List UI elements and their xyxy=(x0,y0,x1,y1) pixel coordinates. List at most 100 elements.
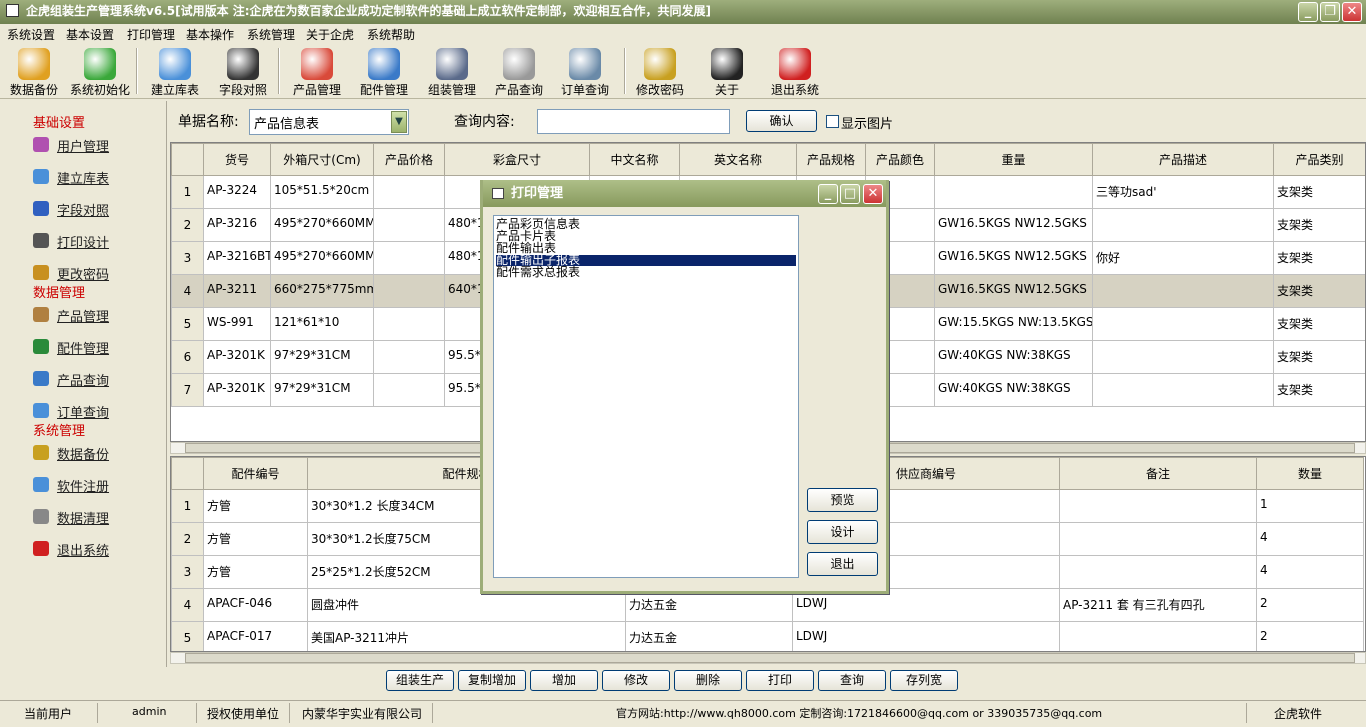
table-cell[interactable] xyxy=(1059,555,1257,589)
sidebar-item[interactable]: 用户管理 xyxy=(33,136,109,155)
table-cell[interactable] xyxy=(1092,307,1274,341)
table-row[interactable]: 5 APACF-017 美国AP-3211冲片 力达五金 LDWJ 2 xyxy=(171,621,1364,651)
table-cell[interactable] xyxy=(373,208,445,242)
menu-item[interactable]: 基本操作 xyxy=(186,26,234,43)
table-cell[interactable]: 2 xyxy=(1256,621,1364,651)
menu-item[interactable]: 系统帮助 xyxy=(367,26,415,43)
column-header[interactable]: 产品类别 xyxy=(1273,143,1365,176)
table-cell[interactable]: 支架类 xyxy=(1273,373,1365,407)
toolbar-button[interactable]: 字段对照 xyxy=(208,46,278,98)
sidebar-item[interactable]: 数据清理 xyxy=(33,508,109,527)
action-button[interactable]: 查询 xyxy=(818,670,886,691)
table-cell[interactable]: 97*29*31CM xyxy=(270,340,374,374)
menu-item[interactable]: 基本设置 xyxy=(66,26,114,43)
toolbar-button[interactable]: 配件管理 xyxy=(349,46,419,98)
table-cell[interactable] xyxy=(373,241,445,275)
table-cell[interactable]: GW:15.5KGS NW:13.5KGS xyxy=(934,307,1093,341)
table-cell[interactable]: 495*270*660MM xyxy=(270,241,374,275)
table-cell[interactable] xyxy=(1092,340,1274,374)
sidebar-item[interactable]: 建立库表 xyxy=(33,168,109,187)
table-cell[interactable]: GW16.5KGS NW12.5GKS xyxy=(934,274,1093,308)
toolbar-button[interactable]: 退出系统 xyxy=(760,46,830,98)
toolbar-button[interactable]: 建立库表 xyxy=(140,46,210,98)
row-number[interactable]: 3 xyxy=(171,241,204,275)
sidebar-item[interactable]: 字段对照 xyxy=(33,200,109,219)
table-cell[interactable] xyxy=(373,373,445,407)
table-cell[interactable]: APACF-046 xyxy=(203,588,308,622)
table-cell[interactable]: 三等功sad' xyxy=(1092,175,1274,209)
sidebar-item[interactable]: 订单查询 xyxy=(33,402,109,421)
table-cell[interactable]: 105*51.5*20cm xyxy=(270,175,374,209)
column-header[interactable]: 配件编号 xyxy=(203,457,308,490)
table-cell[interactable]: 支架类 xyxy=(1273,274,1365,308)
column-header[interactable]: 产品规格 xyxy=(796,143,866,176)
sidebar-item[interactable]: 产品管理 xyxy=(33,306,109,325)
action-button[interactable]: 修改 xyxy=(602,670,670,691)
menu-item[interactable]: 系统管理 xyxy=(247,26,295,43)
menu-item[interactable]: 关于企虎 xyxy=(306,26,354,43)
action-button[interactable]: 增加 xyxy=(530,670,598,691)
table-cell[interactable] xyxy=(373,340,445,374)
toolbar-button[interactable]: 产品查询 xyxy=(484,46,554,98)
row-number[interactable]: 5 xyxy=(171,307,204,341)
menu-item[interactable]: 系统设置 xyxy=(7,26,55,43)
table-cell[interactable]: AP-3201K xyxy=(203,373,271,407)
table-cell[interactable]: 4 xyxy=(1256,522,1364,556)
table-cell[interactable] xyxy=(373,274,445,308)
column-header[interactable]: 产品描述 xyxy=(1092,143,1274,176)
table-cell[interactable] xyxy=(934,175,1093,209)
table-cell[interactable]: 方管 xyxy=(203,555,308,589)
table-cell[interactable]: APACF-017 xyxy=(203,621,308,651)
row-number[interactable]: 4 xyxy=(171,274,204,308)
action-button[interactable]: 组装生产 xyxy=(386,670,454,691)
exit-button[interactable]: 退出 xyxy=(807,552,878,576)
table-cell[interactable]: 660*275*775mm xyxy=(270,274,374,308)
table-cell[interactable]: AP-3201K xyxy=(203,340,271,374)
column-header[interactable]: 重量 xyxy=(934,143,1093,176)
action-button[interactable]: 存列宽 xyxy=(890,670,958,691)
dialog-close-button[interactable]: ✕ xyxy=(863,184,883,204)
table-cell[interactable]: 4 xyxy=(1256,555,1364,589)
table-cell[interactable]: WS-991 xyxy=(203,307,271,341)
dialog-maximize-button[interactable]: □ xyxy=(840,184,860,204)
column-header[interactable]: 英文名称 xyxy=(679,143,797,176)
maximize-button[interactable]: ❐ xyxy=(1320,2,1340,22)
table-cell[interactable] xyxy=(1059,489,1257,523)
toolbar-button[interactable]: 组装管理 xyxy=(417,46,487,98)
sidebar-item[interactable]: 软件注册 xyxy=(33,476,109,495)
table-cell[interactable]: AP-3211 xyxy=(203,274,271,308)
menu-item[interactable]: 打印管理 xyxy=(127,26,175,43)
toolbar-button[interactable]: 系统初始化 xyxy=(65,46,135,98)
sidebar-item[interactable]: 退出系统 xyxy=(33,540,109,559)
sidebar-item[interactable]: 更改密码 xyxy=(33,264,109,283)
table-cell[interactable]: 2 xyxy=(1256,588,1364,622)
sidebar-item[interactable]: 产品查询 xyxy=(33,370,109,389)
table-cell[interactable] xyxy=(1092,274,1274,308)
table-cell[interactable]: LDWJ xyxy=(792,621,1060,651)
show-picture-checkbox[interactable] xyxy=(826,115,839,128)
table-cell[interactable]: 方管 xyxy=(203,489,308,523)
preview-button[interactable]: 预览 xyxy=(807,488,878,512)
table-cell[interactable]: 支架类 xyxy=(1273,241,1365,275)
row-number[interactable]: 4 xyxy=(171,588,204,622)
toolbar-button[interactable]: 订单查询 xyxy=(550,46,620,98)
table-cell[interactable]: 支架类 xyxy=(1273,307,1365,341)
design-button[interactable]: 设计 xyxy=(807,520,878,544)
toolbar-button[interactable]: 关于 xyxy=(692,46,762,98)
chevron-down-icon[interactable]: ▼ xyxy=(391,111,407,133)
row-number[interactable]: 2 xyxy=(171,522,204,556)
table-cell[interactable]: AP-3216BT xyxy=(203,241,271,275)
dialog-minimize-button[interactable]: _ xyxy=(818,184,838,204)
table-cell[interactable]: 支架类 xyxy=(1273,340,1365,374)
table-cell[interactable] xyxy=(1059,522,1257,556)
minimize-button[interactable]: _ xyxy=(1298,2,1318,22)
row-number[interactable]: 7 xyxy=(171,373,204,407)
column-header[interactable]: 产品价格 xyxy=(373,143,445,176)
toolbar-button[interactable]: 产品管理 xyxy=(282,46,352,98)
table-cell[interactable]: 121*61*10 xyxy=(270,307,374,341)
table-cell[interactable]: 支架类 xyxy=(1273,175,1365,209)
toolbar-button[interactable]: 数据备份 xyxy=(0,46,69,98)
table-cell[interactable] xyxy=(373,307,445,341)
table-cell[interactable]: 力达五金 xyxy=(625,621,793,651)
column-header[interactable]: 中文名称 xyxy=(589,143,680,176)
